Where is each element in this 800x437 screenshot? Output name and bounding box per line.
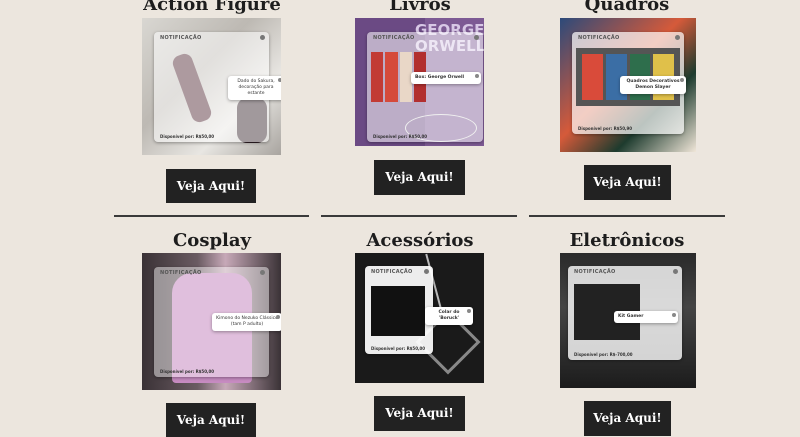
close-icon[interactable]: [672, 313, 676, 317]
product-name: Box: George Orwell: [415, 75, 465, 80]
product-bubble: Kimono do Nezuko Clássico (tam P adulto): [212, 313, 281, 331]
close-icon[interactable]: [467, 309, 471, 313]
see-more-button-eletronicos[interactable]: Veja Aqui!: [584, 401, 671, 436]
product-bubble: Kit Gamer: [614, 311, 678, 323]
product-name: Dado do Sakura, decoração para estante: [237, 79, 275, 96]
category-title-eletronicos: Eletrônicos: [569, 230, 685, 251]
price-text: Disponível por: R$50,00: [371, 346, 426, 351]
close-icon[interactable]: [278, 78, 281, 82]
product-image-acessorios[interactable]: NOTIFICAÇÃO Disponível por: R$50,00 Cola…: [355, 253, 484, 383]
see-more-button-quadros[interactable]: Veja Aqui!: [584, 165, 671, 200]
notification-header: NOTIFICAÇÃO: [578, 35, 620, 41]
product-name: Quadros Decorativos Demon Slayer: [626, 79, 680, 90]
price-text: Disponível por: R$50,90: [578, 126, 633, 131]
product-image-quadros[interactable]: NOTIFICAÇÃO Disponível por: R$50,90 Quad…: [560, 18, 696, 152]
see-more-button-acessorios[interactable]: Veja Aqui!: [374, 396, 465, 431]
product-image-cosplay[interactable]: NOTIFICAÇÃO Disponível por: R$50,00 Kimo…: [142, 253, 281, 390]
close-icon[interactable]: [260, 35, 265, 40]
product-name: Kit Gamer: [618, 314, 644, 319]
see-more-button-cosplay[interactable]: Veja Aqui!: [166, 403, 256, 437]
category-title-acessorios: Acessórios: [366, 230, 474, 251]
notification-header: NOTIFICAÇÃO: [574, 269, 616, 275]
product-image-livros[interactable]: GEORGE ORWELL NOTIFICAÇÃO Disponível por…: [355, 18, 484, 146]
close-icon[interactable]: [673, 269, 678, 274]
close-icon[interactable]: [276, 315, 280, 319]
price-text: Disponível por: R$50,00: [373, 134, 428, 139]
product-name: Kimono do Nezuko Clássico (tam P adulto): [216, 316, 278, 327]
row-divider: [321, 215, 517, 217]
category-title-quadros: Quadros: [584, 0, 670, 15]
product-image-eletronicos[interactable]: NOTIFICAÇÃO Disponível por: R$-700,00 Ki…: [560, 253, 696, 388]
notification-header: NOTIFICAÇÃO: [373, 35, 415, 41]
category-title-cosplay: Cosplay: [172, 230, 251, 251]
product-name: Colar do 'Boruck': [438, 310, 460, 321]
close-icon[interactable]: [475, 74, 479, 78]
notification-card: NOTIFICAÇÃO Disponível por: R$50,00: [365, 266, 433, 354]
close-icon[interactable]: [474, 35, 479, 40]
price-text: Disponível por: R$50,00: [160, 369, 215, 374]
category-title-action-figure: Action Figure: [143, 0, 281, 15]
category-title-livros: Livros: [389, 0, 451, 15]
price-text: Disponível por: R$-700,00: [574, 352, 633, 357]
notification-header: NOTIFICAÇÃO: [160, 35, 202, 41]
product-image-action-figure[interactable]: NOTIFICAÇÃO Disponível por: R$50,00 Dado…: [142, 18, 281, 155]
close-icon[interactable]: [424, 269, 429, 274]
notification-card: NOTIFICAÇÃO Disponível por: R$50,00: [367, 32, 483, 142]
product-bubble: Box: George Orwell: [411, 72, 481, 84]
notification-header: NOTIFICAÇÃO: [371, 269, 413, 275]
product-bubble: Dado do Sakura, decoração para estante: [228, 76, 281, 100]
see-more-button-action-figure[interactable]: Veja Aqui!: [166, 169, 256, 203]
close-icon[interactable]: [260, 270, 265, 275]
product-bubble: Quadros Decorativos Demon Slayer: [620, 76, 686, 94]
row-divider: [529, 215, 725, 217]
product-bubble: Colar do 'Boruck': [425, 307, 473, 325]
see-more-button-livros[interactable]: Veja Aqui!: [374, 160, 465, 195]
price-text: Disponível por: R$50,00: [160, 134, 215, 139]
notification-header: NOTIFICAÇÃO: [160, 270, 202, 276]
necklace-preview: [371, 286, 425, 336]
close-icon[interactable]: [680, 78, 684, 82]
close-icon[interactable]: [675, 35, 680, 40]
row-divider: [114, 215, 309, 217]
